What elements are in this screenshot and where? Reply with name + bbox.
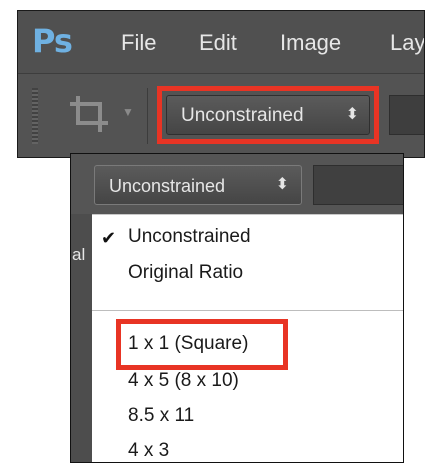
options-bar-grip[interactable] [32,88,38,144]
menu-image[interactable]: Image [280,30,341,56]
option-8-5x11[interactable]: 8.5 x 11 [128,405,194,427]
crop-icon[interactable] [66,92,118,136]
highlight-box-ratio-select [157,86,379,144]
ratio-select-open[interactable]: Unconstrained ⬍ [94,165,302,205]
width-field[interactable] [389,95,424,135]
side-strip-label: al [72,245,86,264]
menubar: Ps File Edit Image Lay [18,11,424,74]
ps-logo: Ps [32,22,73,60]
menu-divider [92,310,403,311]
side-strip: al [71,214,92,462]
updown-arrows-icon: ⬍ [275,176,289,193]
tool-preset-caret-icon[interactable]: ▼ [122,105,134,119]
option-4x5[interactable]: 4 x 5 (8 x 10) [128,370,239,392]
option-4x3[interactable]: 4 x 3 [128,440,169,462]
highlight-box-square-option [116,319,288,370]
option-unconstrained[interactable]: Unconstrained [128,226,251,248]
menu-file[interactable]: File [121,30,156,56]
menu-edit[interactable]: Edit [199,30,237,56]
dropdown-header: Unconstrained ⬍ [71,154,403,214]
menu-layer[interactable]: Lay [390,30,424,56]
ratio-dropdown-panel: Unconstrained ⬍ al ✔ Unconstrained Origi… [70,153,404,463]
photoshop-toolbar-panel: Ps File Edit Image Lay ▼ Unconstrained ⬍ [17,10,425,158]
separator [147,88,148,144]
ratio-select-open-value: Unconstrained [109,176,226,196]
checkmark-icon: ✔ [101,228,117,248]
option-original-ratio[interactable]: Original Ratio [128,262,243,284]
width-field[interactable] [313,165,403,205]
